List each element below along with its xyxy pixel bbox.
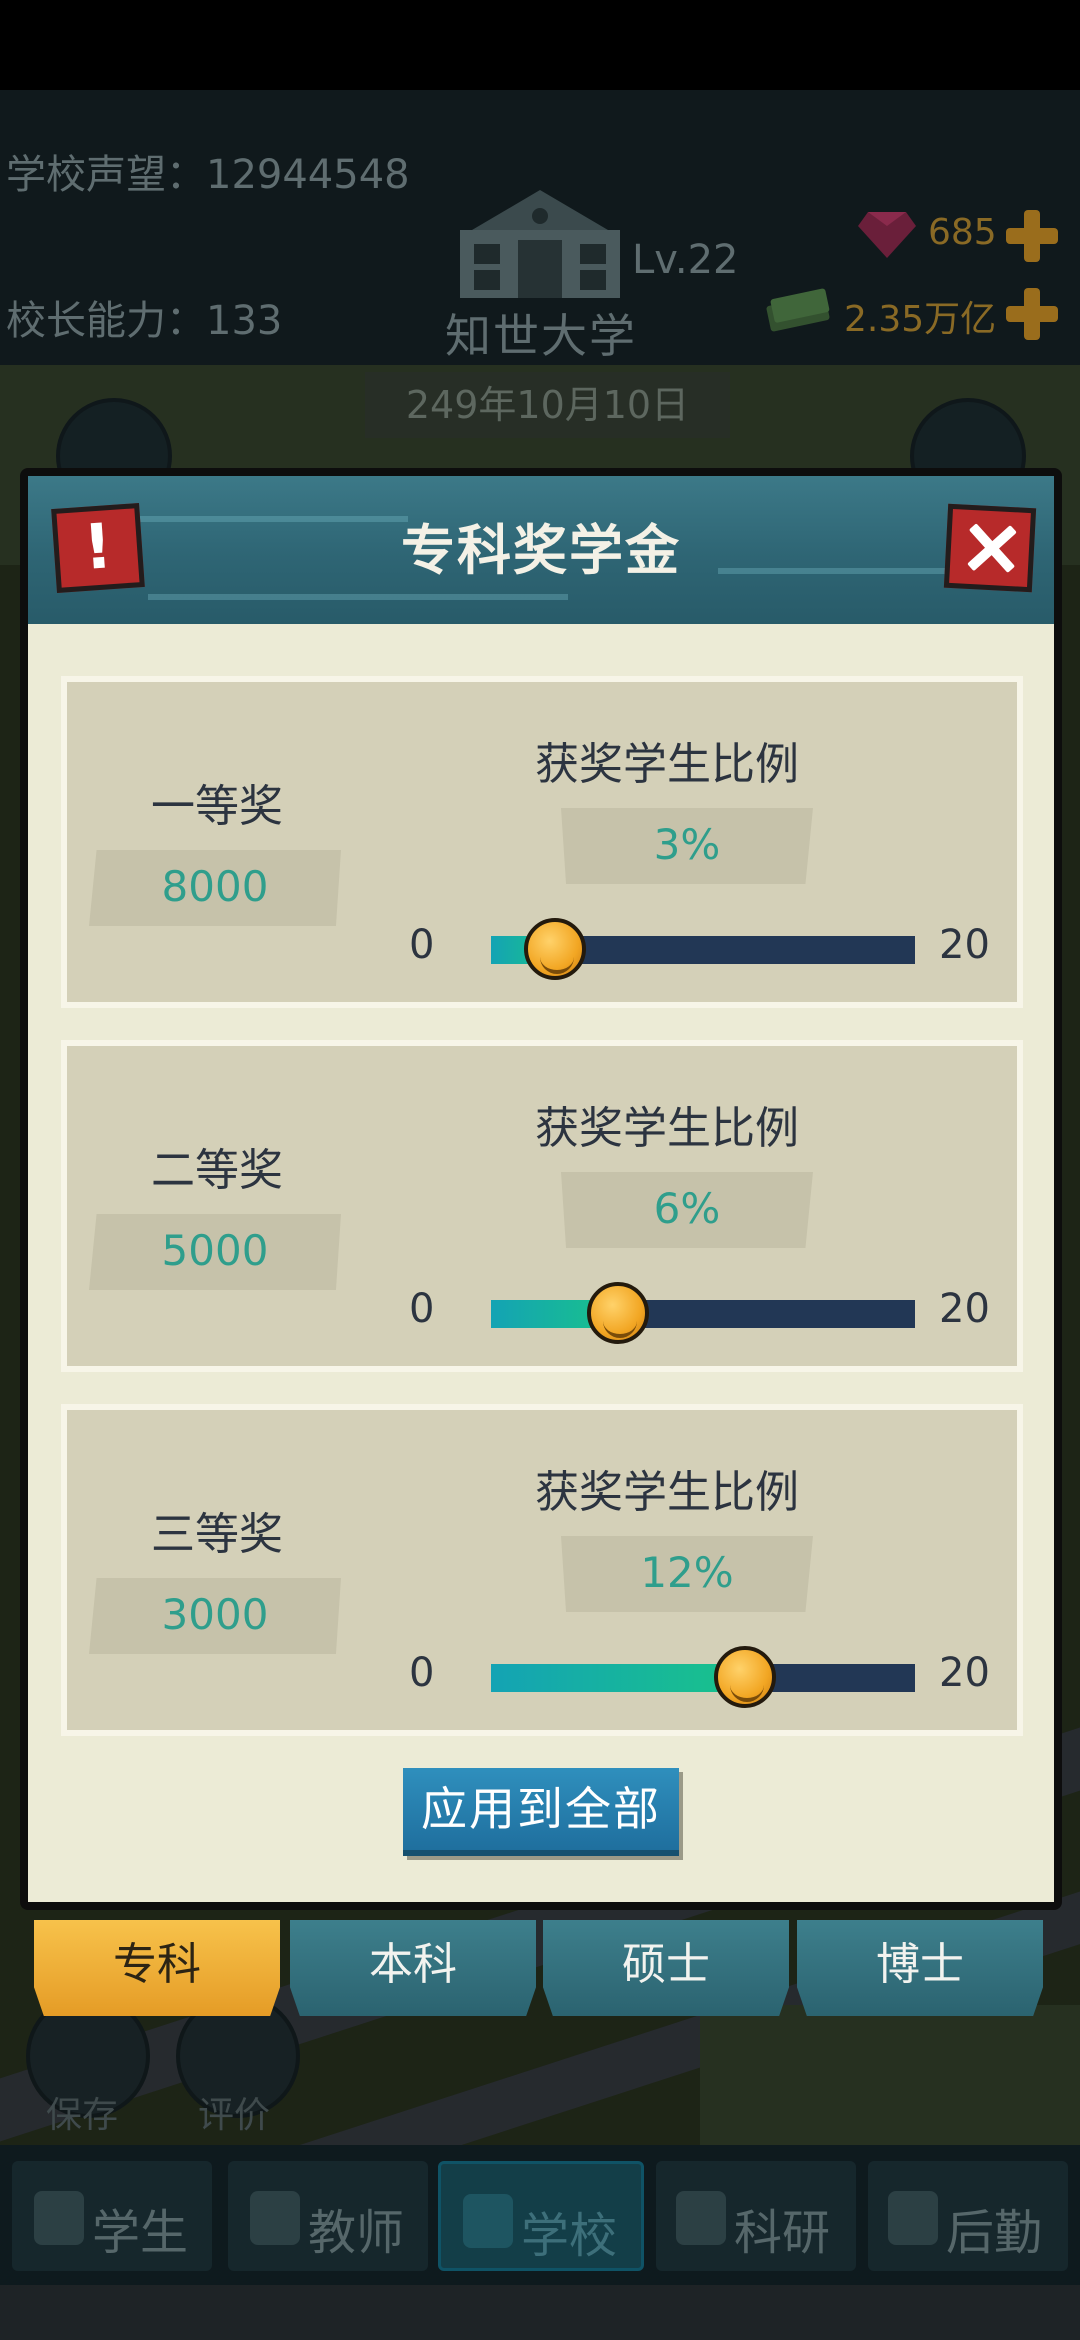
slider-max: 20 [939,1650,990,1696]
save-label: 保存 [46,2095,119,2136]
alert-icon[interactable]: ! [51,503,145,593]
slider-knob[interactable] [587,1282,650,1344]
reputation-value: 12944548 [206,152,410,198]
ability: 校长能力：133 [6,288,282,346]
ratio-value: 3% [653,820,721,869]
slider-min: 0 [409,1286,435,1332]
game-date: 249年10月10日 [365,372,730,438]
nav-label: 教师 [308,2205,405,2261]
apply-to-all-button[interactable]: 应用到全部 [403,1768,679,1856]
nav-label: 学生 [92,2205,189,2261]
ratio-slider[interactable] [491,918,915,980]
bottom-nav: 学生 教师 学校 科研 后勤 [0,2145,1080,2285]
system-nav-bar [0,2285,1080,2340]
flask-icon [676,2191,726,2245]
gem-icon [858,212,916,258]
first-prize-card: 一等奖 8000 获奖学生比例 3% 0 20 [61,676,1023,1008]
nav-research[interactable]: 科研 [656,2161,856,2271]
nav-teachers[interactable]: 教师 [228,2161,428,2271]
prize-amount: 8000 [161,862,269,911]
nav-label: 学校 [521,2208,618,2264]
school-info-panel: 学校声望：12944548 校长能力：133 Lv.22 知世大学 685 2.… [0,90,1080,365]
ratio-value: 6% [653,1184,721,1233]
teacher-icon [250,2191,300,2245]
slider-knob[interactable] [523,918,586,980]
ability-value: 133 [206,298,283,344]
ratio-value: 12% [640,1548,734,1597]
school-name: 知世大学 [445,309,637,363]
ratio-label: 获奖学生比例 [535,1103,799,1154]
slider-min: 0 [409,922,435,968]
slider-min: 0 [409,1650,435,1696]
money-amount: 2.35万亿 [844,299,997,340]
review-label: 评价 [198,2095,271,2136]
ability-label: 校长能力： [6,298,206,344]
tab-master[interactable]: 硕士 [543,1920,789,2016]
scholarship-dialog: 专科奖学金 ! 一等奖 8000 获奖学生比例 3% 0 20 二等奖 5000… [20,468,1062,1910]
reputation-label: 学校声望： [6,152,206,198]
add-gems-button[interactable] [1006,210,1058,262]
add-money-button[interactable] [1006,288,1058,340]
school-building-icon [460,190,620,298]
nav-logistics[interactable]: 后勤 [868,2161,1068,2271]
third-prize-card: 三等奖 3000 获奖学生比例 12% 0 20 [61,1404,1023,1736]
clipboard-icon [888,2191,938,2245]
ratio-slider[interactable] [491,1646,915,1708]
prize-name: 一等奖 [151,781,283,832]
nav-students[interactable]: 学生 [12,2161,212,2271]
prize-amount-box[interactable]: 8000 [89,850,341,926]
prize-amount-box[interactable]: 5000 [89,1214,341,1290]
slider-knob[interactable] [714,1646,777,1708]
dialog-title: 专科奖学金 [401,519,681,582]
slider-max: 20 [939,1286,990,1332]
slider-fill [491,1664,746,1692]
student-icon [34,2191,84,2245]
dialog-header: 专科奖学金 [28,476,1054,624]
school-icon [463,2194,513,2248]
ratio-box: 6% [561,1172,813,1248]
ratio-box: 12% [561,1536,813,1612]
prize-amount: 3000 [161,1590,269,1639]
ratio-box: 3% [561,808,813,884]
tab-doctor[interactable]: 博士 [797,1920,1043,2016]
money-icon [766,288,830,332]
status-bar [0,0,1080,90]
nav-label: 后勤 [946,2205,1043,2261]
ratio-label: 获奖学生比例 [535,739,799,790]
second-prize-card: 二等奖 5000 获奖学生比例 6% 0 20 [61,1040,1023,1372]
nav-school[interactable]: 学校 [438,2161,644,2271]
tab-bachelor[interactable]: 本科 [290,1920,536,2016]
level-label: Lv.22 [632,237,739,283]
close-icon[interactable] [943,503,1037,593]
gem-count: 685 [928,212,997,253]
prize-amount-box[interactable]: 3000 [89,1578,341,1654]
tab-associate[interactable]: 专科 [34,1920,280,2016]
game-screen: 学校声望：12944548 校长能力：133 Lv.22 知世大学 685 2.… [0,0,1080,2340]
nav-label: 科研 [734,2205,831,2261]
reputation: 学校声望：12944548 [6,142,410,200]
prize-amount: 5000 [161,1226,269,1275]
ratio-slider[interactable] [491,1282,915,1344]
ratio-label: 获奖学生比例 [535,1467,799,1518]
slider-max: 20 [939,922,990,968]
prize-name: 三等奖 [151,1509,283,1560]
prize-name: 二等奖 [151,1145,283,1196]
